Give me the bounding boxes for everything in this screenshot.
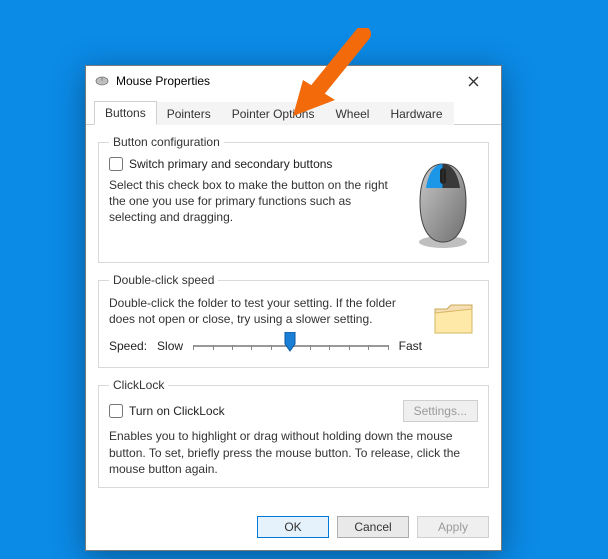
button-config-legend: Button configuration bbox=[109, 135, 224, 149]
double-click-speed-group: Double-click speed Double-click the fold… bbox=[98, 273, 489, 368]
clicklock-description: Enables you to highlight or drag without… bbox=[109, 428, 478, 477]
tab-hardware[interactable]: Hardware bbox=[379, 102, 453, 125]
test-folder-icon[interactable] bbox=[430, 295, 478, 343]
tab-wheel[interactable]: Wheel bbox=[324, 102, 380, 125]
switch-buttons-label: Switch primary and secondary buttons bbox=[129, 157, 332, 171]
button-config-description: Select this check box to make the button… bbox=[109, 177, 400, 226]
tab-pointer-options[interactable]: Pointer Options bbox=[221, 102, 326, 125]
apply-button: Apply bbox=[417, 516, 489, 538]
speed-label: Speed: bbox=[109, 339, 147, 353]
slow-label: Slow bbox=[157, 339, 183, 353]
clicklock-legend: ClickLock bbox=[109, 378, 168, 392]
clicklock-row[interactable]: Turn on ClickLock bbox=[109, 404, 225, 418]
fast-label: Fast bbox=[399, 339, 422, 353]
titlebar: Mouse Properties bbox=[86, 66, 501, 96]
dialog-footer: OK Cancel Apply bbox=[86, 508, 501, 550]
double-click-legend: Double-click speed bbox=[109, 273, 218, 287]
switch-buttons-row[interactable]: Switch primary and secondary buttons bbox=[109, 157, 400, 171]
mouse-illustration bbox=[408, 157, 478, 252]
ok-button[interactable]: OK bbox=[257, 516, 329, 538]
clicklock-label: Turn on ClickLock bbox=[129, 404, 225, 418]
clicklock-checkbox[interactable] bbox=[109, 404, 123, 418]
clicklock-group: ClickLock Turn on ClickLock Settings... … bbox=[98, 378, 489, 488]
slider-thumb[interactable] bbox=[283, 332, 297, 352]
mouse-icon bbox=[94, 75, 110, 87]
mouse-properties-dialog: Mouse Properties Buttons Pointers Pointe… bbox=[85, 65, 502, 551]
double-click-speed-slider[interactable] bbox=[193, 335, 389, 357]
clicklock-settings-button: Settings... bbox=[403, 400, 478, 422]
tab-buttons[interactable]: Buttons bbox=[94, 101, 157, 125]
window-title: Mouse Properties bbox=[116, 74, 453, 88]
double-click-description: Double-click the folder to test your set… bbox=[109, 295, 422, 327]
close-button[interactable] bbox=[453, 67, 493, 95]
switch-buttons-checkbox[interactable] bbox=[109, 157, 123, 171]
button-configuration-group: Button configuration Switch primary and … bbox=[98, 135, 489, 263]
tab-pointers[interactable]: Pointers bbox=[156, 102, 222, 125]
tab-content: Button configuration Switch primary and … bbox=[86, 125, 501, 508]
cancel-button[interactable]: Cancel bbox=[337, 516, 409, 538]
tab-strip: Buttons Pointers Pointer Options Wheel H… bbox=[86, 96, 501, 125]
